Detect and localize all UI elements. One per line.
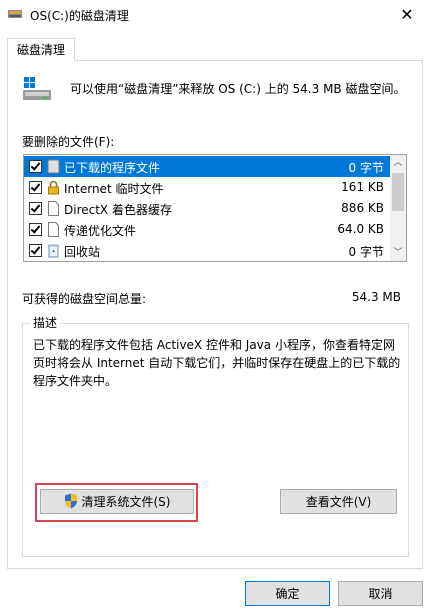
files-to-delete-label: 要删除的文件(F): [22, 135, 115, 149]
close-icon: ✕ [400, 5, 414, 24]
recycle-bin-icon [48, 244, 59, 258]
drive-icon [23, 77, 51, 100]
files-list[interactable]: 已下载的程序文件 0 字节 Internet 临时文件 161 KB Direc… [23, 154, 407, 262]
scroll-up-icon[interactable]: ︿ [390, 155, 406, 171]
view-files-button[interactable]: 查看文件(V) [280, 489, 397, 514]
checkbox[interactable] [29, 202, 42, 215]
description-text: 已下载的程序文件包括 ActiveX 控件和 Java 小程序，你查看特定网页时… [33, 338, 401, 388]
total-space-value: 54.3 MB [351, 290, 401, 304]
file-size: 886 KB [341, 201, 384, 215]
cleanup-summary-message: 可以使用“磁盘清理”来释放 OS (C:) 上的 54.3 MB 磁盘空间。 [70, 82, 406, 96]
close-button[interactable]: ✕ [384, 0, 430, 30]
list-item[interactable]: DirectX 着色器缓存 886 KB [24, 198, 390, 219]
checkbox[interactable] [29, 181, 42, 194]
file-name: 已下载的程序文件 [64, 161, 161, 175]
ok-button[interactable]: 确定 [245, 581, 330, 606]
file-size: 0 字节 [348, 161, 384, 175]
checkbox[interactable] [29, 160, 42, 173]
scrollbar-thumb[interactable] [392, 173, 404, 211]
checkbox[interactable] [29, 244, 42, 257]
window-title: OS(C:)的磁盘清理 [30, 9, 129, 23]
lock-icon [48, 180, 59, 195]
clean-system-files-label: 清理系统文件(S) [81, 495, 171, 509]
folder-icon [47, 159, 60, 174]
list-item[interactable]: 已下载的程序文件 0 字节 [24, 156, 390, 177]
checkbox[interactable] [29, 223, 42, 236]
scroll-down-icon[interactable]: ﹀ [390, 245, 406, 261]
document-icon [48, 222, 59, 237]
title-bar: OS(C:)的磁盘清理 ✕ [0, 0, 430, 30]
list-scrollbar[interactable]: ︿ ﹀ [390, 155, 406, 261]
total-space-label: 可获得的磁盘空间总量: [22, 292, 147, 306]
file-size: 161 KB [341, 180, 384, 194]
file-name: Internet 临时文件 [64, 182, 164, 196]
file-name: 传递优化文件 [64, 224, 137, 238]
file-name: DirectX 着色器缓存 [64, 203, 172, 217]
file-size: 0 字节 [348, 245, 384, 259]
tab-disk-cleanup[interactable]: 磁盘清理 [7, 38, 75, 61]
list-item[interactable]: 回收站 0 字节 [24, 240, 390, 261]
document-icon [48, 201, 59, 216]
list-item[interactable]: Internet 临时文件 161 KB [24, 177, 390, 198]
uac-shield-icon [64, 493, 77, 509]
cancel-button[interactable]: 取消 [338, 581, 423, 606]
file-name: 回收站 [64, 245, 101, 259]
description-title: 描述 [30, 314, 61, 331]
file-size: 64.0 KB [337, 222, 384, 236]
list-item[interactable]: 传递优化文件 64.0 KB [24, 219, 390, 240]
clean-system-files-button[interactable]: 清理系统文件(S) [40, 489, 194, 514]
disk-cleanup-icon [8, 10, 22, 18]
